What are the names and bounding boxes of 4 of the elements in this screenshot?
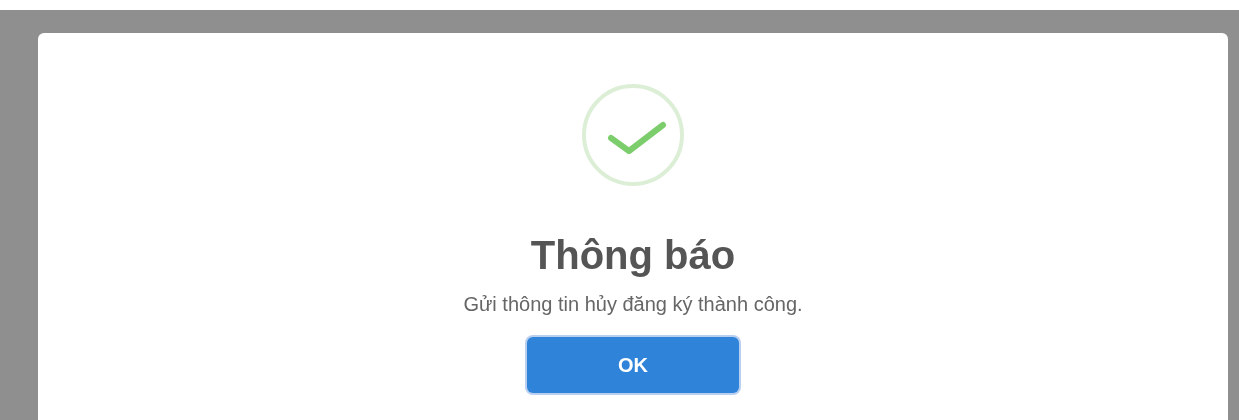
dialog-message: Gửi thông tin hủy đăng ký thành công. [463,292,803,317]
checkmark-icon [581,83,685,187]
dialog-title: Thông báo [530,232,736,279]
ok-button[interactable]: OK [527,337,739,393]
